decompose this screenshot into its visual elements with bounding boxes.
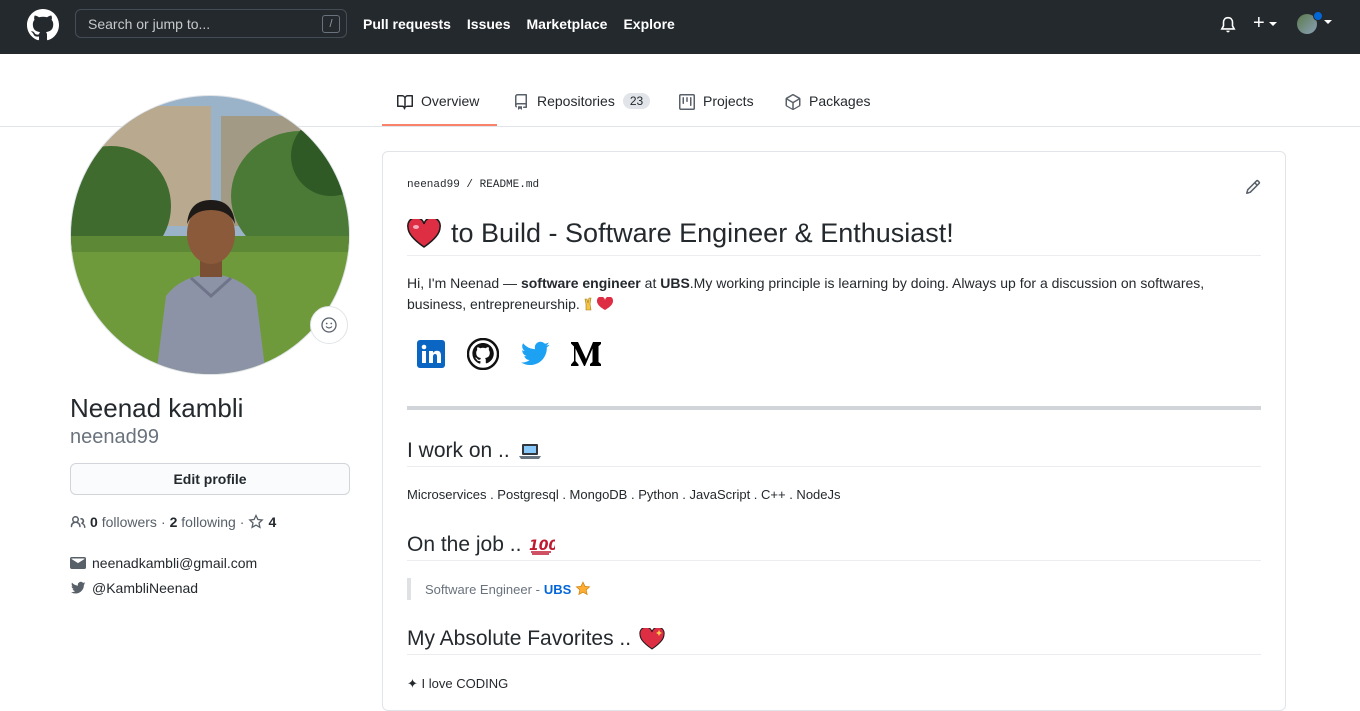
job-role: Software Engineer - (425, 581, 540, 597)
pencil-icon[interactable] (1245, 179, 1261, 195)
section-fav-text: My Absolute Favorites .. (407, 626, 632, 650)
tech-list: Microservices . Postgresql . MongoDB . P… (407, 487, 841, 502)
tab-projects[interactable]: Projects (679, 76, 754, 126)
intro-company: UBS (660, 275, 690, 291)
section-job-heading: On the job .. 100 (407, 529, 1261, 561)
bell-icon[interactable] (1219, 15, 1237, 35)
profile-full-name: Neenad kambli (70, 393, 244, 423)
star-icon (248, 514, 265, 529)
create-new-button[interactable]: + (1253, 13, 1277, 33)
star-emoji-icon (575, 581, 591, 596)
job-quote: Software Engineer - UBS (407, 578, 591, 600)
readme-owner-link[interactable]: neenad99 (407, 179, 460, 191)
edit-profile-button[interactable]: Edit profile (70, 463, 350, 495)
following-label: following (181, 514, 236, 530)
profile-photo (71, 96, 349, 374)
profile-email[interactable]: neenadkambli@gmail.com (70, 555, 257, 571)
followers-label: followers (101, 514, 157, 530)
search-input[interactable]: Search or jump to... / (75, 9, 347, 38)
readme-intro: Hi, I'm Neenad — software engineer at UB… (407, 273, 1261, 315)
path-separator: / (466, 179, 474, 191)
hundred-points-icon: 100 (529, 538, 555, 555)
readme-title-text: to Build - Software Engineer & Enthusias… (451, 218, 954, 248)
tab-repositories-label: Repositories (537, 93, 615, 109)
search-shortcut-key: / (322, 15, 340, 33)
main-nav: Pull requests Issues Marketplace Explore (363, 16, 675, 32)
intro-pre: Hi, I'm Neenad — (407, 275, 521, 291)
section-job-text: On the job .. (407, 532, 522, 556)
set-status-button[interactable] (310, 306, 348, 344)
tab-packages[interactable]: Packages (785, 76, 870, 126)
book-icon (397, 94, 413, 110)
nav-explore[interactable]: Explore (623, 16, 674, 32)
readme-file-link[interactable]: README.md (480, 179, 539, 191)
plus-icon: + (1253, 12, 1265, 34)
mail-icon (70, 557, 86, 569)
tab-overview-label: Overview (421, 93, 480, 109)
medium-icon[interactable] (570, 338, 602, 370)
search-placeholder: Search or jump to... (88, 16, 211, 32)
heart-icon (407, 218, 441, 248)
stars-count: 4 (268, 514, 277, 530)
intro-mid: at (640, 275, 661, 291)
nav-pull-requests[interactable]: Pull requests (363, 16, 451, 32)
top-header: Search or jump to... / Pull requests Iss… (0, 0, 1360, 54)
followers-count: 0 (90, 514, 98, 530)
github-icon[interactable] (467, 338, 499, 370)
section-fav-heading: My Absolute Favorites .. (407, 623, 1261, 655)
favorites-line: ✦ I love CODING (407, 676, 508, 692)
nav-issues[interactable]: Issues (467, 16, 511, 32)
caret-down-icon (1268, 21, 1277, 26)
twitter-icon[interactable] (519, 338, 551, 370)
tab-overview[interactable]: Overview (382, 76, 497, 126)
repositories-count-badge: 23 (622, 93, 651, 109)
following-link[interactable]: 2 following (170, 514, 236, 530)
dot-separator: · (160, 514, 166, 530)
tab-projects-label: Projects (703, 93, 754, 109)
status-dot (1313, 11, 1323, 21)
github-logo-icon[interactable] (27, 9, 59, 41)
twitter-handle: @KambliNeenad (92, 580, 199, 596)
tab-repositories[interactable]: Repositories 23 (513, 76, 651, 126)
victory-heart-emoji-icon (584, 296, 613, 311)
profile-username: neenad99 (70, 426, 159, 448)
intro-bold: software engineer (520, 275, 641, 291)
package-icon (785, 94, 801, 110)
unicorn-emoji-icon: ✦ (407, 676, 418, 691)
email-text: neenadkambli@gmail.com (92, 555, 258, 571)
followers-link[interactable]: 0 followers (90, 514, 157, 530)
readme-title: to Build - Software Engineer & Enthusias… (407, 212, 1261, 256)
section-work-heading: I work on .. (407, 435, 1261, 467)
dot-separator: · (239, 514, 245, 530)
laptop-icon (518, 443, 541, 459)
smiley-icon (321, 317, 337, 333)
profile-twitter[interactable]: @KambliNeenad (70, 580, 198, 596)
profile-avatar[interactable] (70, 95, 350, 375)
sparkling-heart-icon (639, 627, 665, 650)
nav-marketplace[interactable]: Marketplace (527, 16, 608, 32)
follow-stats: 0 followers · 2 following · 4 (70, 514, 276, 530)
readme-path: neenad99 / README.md (407, 179, 539, 191)
avatar-caret-icon[interactable] (1324, 20, 1332, 24)
people-icon (70, 516, 86, 528)
following-count: 2 (169, 514, 178, 530)
stars-link[interactable]: 4 (248, 514, 276, 530)
tab-packages-label: Packages (809, 93, 871, 109)
section-work-text: I work on .. (407, 438, 510, 462)
project-icon (679, 94, 695, 110)
job-company-link[interactable]: UBS (544, 582, 571, 597)
repo-icon (515, 94, 527, 110)
linkedin-icon[interactable] (415, 338, 447, 370)
thick-divider (407, 406, 1261, 410)
twitter-small-icon (71, 581, 86, 594)
favorites-text: I love CODING (421, 676, 509, 691)
